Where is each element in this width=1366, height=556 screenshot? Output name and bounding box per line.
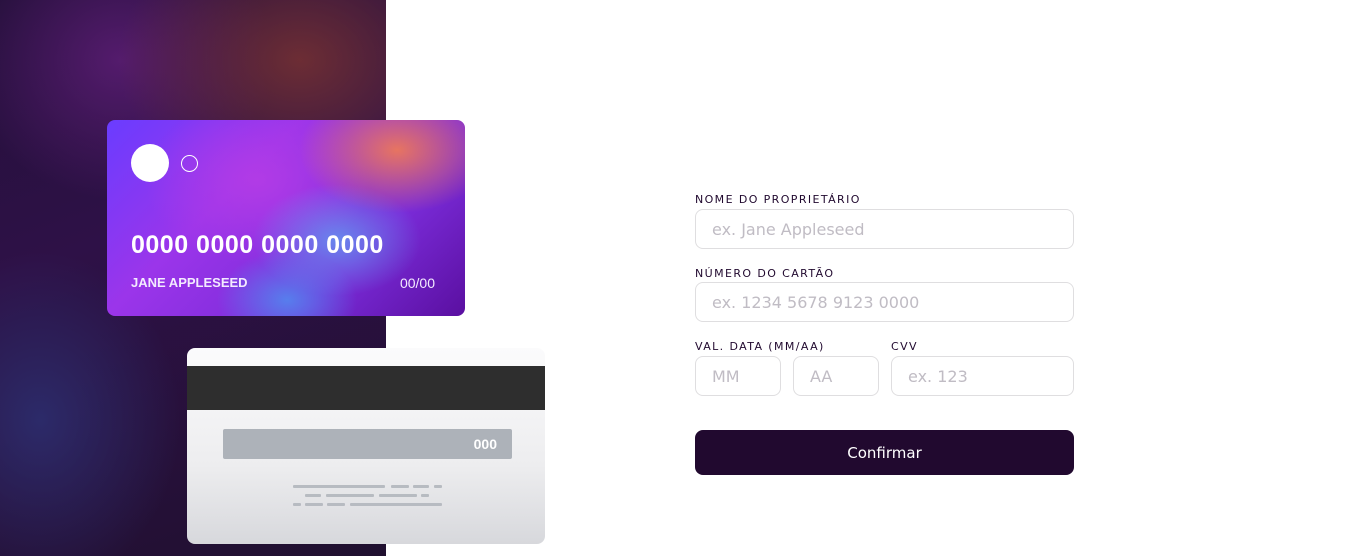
cardholder-name-label: NOME DO PROPRIETÁRIO — [695, 193, 861, 206]
card-logo-circle-outline — [181, 155, 198, 172]
signature-strip: 000 — [223, 429, 512, 459]
card-back-decoration-line — [293, 485, 385, 488]
card-back-decoration-line — [350, 503, 442, 506]
card-back-decoration-line — [391, 485, 409, 488]
card-number-label: NÚMERO DO CARTÃO — [695, 267, 835, 280]
card-back-decoration-line — [379, 494, 417, 497]
card-logo-circle-filled — [131, 144, 169, 182]
card-cvv-display: 000 — [473, 436, 497, 452]
card-back-decoration-line — [413, 485, 429, 488]
card-details-page: 0000 0000 0000 0000 JANE APPLESEED 00/00… — [0, 0, 1366, 556]
card-back-decoration-line — [434, 485, 442, 488]
cardholder-name-input[interactable] — [695, 209, 1074, 249]
card-number-input[interactable] — [695, 282, 1074, 322]
card-back-decoration-line — [327, 503, 345, 506]
card-back-decoration-line — [326, 494, 374, 497]
card-holder-display: JANE APPLESEED — [131, 275, 248, 290]
expiry-year-input[interactable] — [793, 356, 879, 396]
expiry-date-label: VAL. DATA (MM/AA) — [695, 340, 825, 353]
card-back-decoration-line — [421, 494, 429, 497]
card-front: 0000 0000 0000 0000 JANE APPLESEED 00/00 — [107, 120, 465, 316]
cvv-input[interactable] — [891, 356, 1074, 396]
confirm-button[interactable]: Confirmar — [695, 430, 1074, 475]
card-expiry-display: 00/00 — [399, 275, 435, 291]
expiry-month-input[interactable] — [695, 356, 781, 396]
card-back-decoration-line — [305, 503, 323, 506]
magnetic-stripe — [187, 366, 545, 410]
cvv-label: CVV — [891, 340, 918, 353]
card-back: 000 — [187, 348, 545, 544]
card-back-decoration-line — [305, 494, 321, 497]
card-number-display: 0000 0000 0000 0000 — [131, 231, 384, 259]
card-back-decoration-line — [293, 503, 301, 506]
